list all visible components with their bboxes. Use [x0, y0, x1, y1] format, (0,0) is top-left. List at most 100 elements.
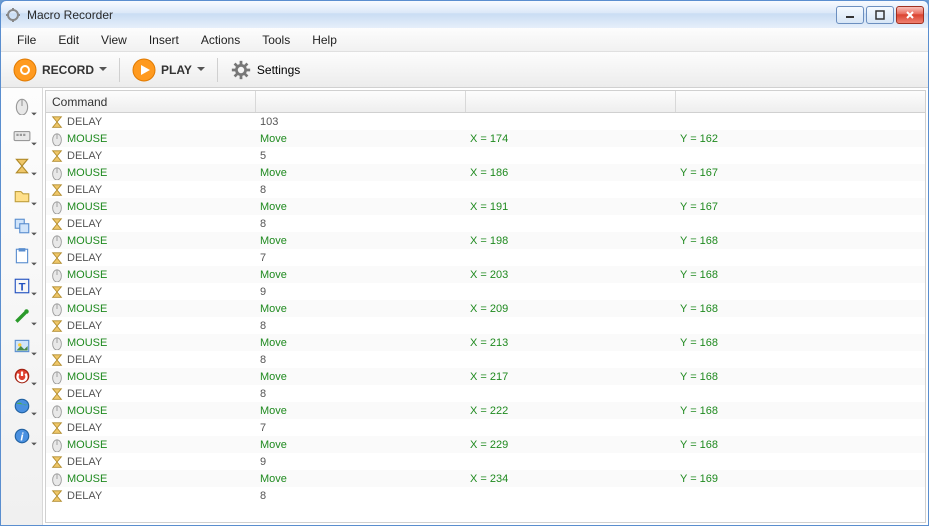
command-type: MOUSE	[67, 167, 107, 179]
command-row[interactable]: DELAY 7	[46, 419, 925, 436]
chevron-down-icon[interactable]	[31, 231, 37, 237]
command-row[interactable]: MOUSEMoveX = 222Y = 168	[46, 402, 925, 419]
command-row[interactable]: DELAY7	[46, 249, 925, 266]
chevron-down-icon[interactable]	[31, 111, 37, 117]
menu-actions[interactable]: Actions	[191, 30, 250, 50]
chevron-down-icon[interactable]	[31, 261, 37, 267]
folder-icon	[13, 187, 31, 205]
chevron-down-icon[interactable]	[99, 66, 107, 74]
column-header[interactable]	[676, 91, 886, 112]
command-type: MOUSE	[67, 337, 107, 349]
mouse-icon	[50, 234, 64, 248]
play-icon	[132, 58, 156, 82]
command-row[interactable]: DELAY103	[46, 113, 925, 130]
command-row[interactable]: MOUSEMoveX = 186Y = 167	[46, 164, 925, 181]
hourglass-icon	[50, 455, 64, 469]
open-file-tool[interactable]	[5, 182, 39, 210]
command-row[interactable]: DELAY9	[46, 283, 925, 300]
play-button[interactable]: PLAY	[126, 55, 211, 85]
minimize-button[interactable]	[836, 6, 864, 24]
mouse-x: X = 191	[466, 201, 676, 213]
command-row[interactable]: MOUSEMoveX = 191Y = 167	[46, 198, 925, 215]
hourglass-icon	[50, 489, 64, 503]
mouse-x: X = 217	[466, 371, 676, 383]
command-row[interactable]: DELAY8	[46, 215, 925, 232]
menu-edit[interactable]: Edit	[48, 30, 89, 50]
record-button[interactable]: RECORD	[7, 55, 113, 85]
info-tool[interactable]	[5, 422, 39, 450]
command-type: DELAY	[67, 354, 102, 366]
mouse-icon	[50, 200, 64, 214]
chevron-down-icon[interactable]	[31, 381, 37, 387]
command-row[interactable]: DELAY5	[46, 147, 925, 164]
network-tool[interactable]	[5, 392, 39, 420]
window-tool[interactable]	[5, 212, 39, 240]
color-picker-tool[interactable]	[5, 302, 39, 330]
mouse-icon	[50, 268, 64, 282]
command-row[interactable]: MOUSEMoveX = 209Y = 168	[46, 300, 925, 317]
grid-header: Command	[46, 91, 925, 113]
chevron-down-icon[interactable]	[31, 141, 37, 147]
text-tool[interactable]	[5, 272, 39, 300]
command-row[interactable]: MOUSEMoveX = 174Y = 162	[46, 130, 925, 147]
command-type: DELAY	[67, 456, 102, 468]
chevron-down-icon[interactable]	[31, 441, 37, 447]
menu-help[interactable]: Help	[302, 30, 347, 50]
hourglass-icon	[50, 353, 64, 367]
mouse-y: Y = 162	[676, 133, 886, 145]
menu-file[interactable]: File	[7, 30, 46, 50]
command-row[interactable]: DELAY8	[46, 181, 925, 198]
chevron-down-icon[interactable]	[197, 66, 205, 74]
chevron-down-icon[interactable]	[31, 351, 37, 357]
command-row[interactable]: MOUSEMoveX = 217Y = 168	[46, 368, 925, 385]
mouse-y: Y = 168	[676, 269, 886, 281]
command-row[interactable]: MOUSEMoveX = 203Y = 168	[46, 266, 925, 283]
mouse-x: X = 213	[466, 337, 676, 349]
menu-view[interactable]: View	[91, 30, 137, 50]
delay-value: 7	[256, 422, 466, 434]
command-row[interactable]: MOUSEMoveX = 198Y = 168	[46, 232, 925, 249]
clipboard-tool[interactable]	[5, 242, 39, 270]
command-row[interactable]: MOUSEMoveX = 234Y = 169	[46, 470, 925, 487]
close-button[interactable]	[896, 6, 924, 24]
mouse-action: Move	[256, 405, 466, 417]
image-tool[interactable]	[5, 332, 39, 360]
mouse-icon	[50, 404, 64, 418]
command-type: MOUSE	[67, 371, 107, 383]
command-row[interactable]: DELAY8	[46, 351, 925, 368]
chevron-down-icon[interactable]	[31, 321, 37, 327]
menu-tools[interactable]: Tools	[252, 30, 300, 50]
chevron-down-icon[interactable]	[31, 411, 37, 417]
grid-body[interactable]: DELAY103MOUSEMoveX = 174Y = 162DELAY5MOU…	[46, 113, 925, 522]
hourglass-icon	[50, 285, 64, 299]
delay-value: 8	[256, 490, 466, 502]
text-icon	[13, 277, 31, 295]
windows-icon	[13, 217, 31, 235]
shutdown-tool[interactable]	[5, 362, 39, 390]
mouse-y: Y = 167	[676, 201, 886, 213]
column-header[interactable]	[256, 91, 466, 112]
column-header-command[interactable]: Command	[46, 91, 256, 112]
mouse-action: Move	[256, 337, 466, 349]
command-row[interactable]: MOUSE MoveX = 213Y = 168	[46, 334, 925, 351]
command-row[interactable]: DELAY8	[46, 385, 925, 402]
settings-button[interactable]: Settings	[224, 56, 306, 84]
mouse-y: Y = 168	[676, 337, 886, 349]
mouse-tool[interactable]	[5, 92, 39, 120]
column-header[interactable]	[466, 91, 676, 112]
command-type: DELAY	[67, 422, 102, 434]
maximize-button[interactable]	[866, 6, 894, 24]
command-row[interactable]: MOUSEMoveX = 229Y = 168	[46, 436, 925, 453]
keyboard-tool[interactable]	[5, 122, 39, 150]
chevron-down-icon[interactable]	[31, 201, 37, 207]
command-row[interactable]: DELAY8	[46, 317, 925, 334]
chevron-down-icon[interactable]	[31, 171, 37, 177]
info-icon	[13, 427, 31, 445]
eyedropper-icon	[13, 307, 31, 325]
delay-tool[interactable]	[5, 152, 39, 180]
power-icon	[13, 367, 31, 385]
command-row[interactable]: DELAY8	[46, 487, 925, 504]
command-row[interactable]: DELAY9	[46, 453, 925, 470]
chevron-down-icon[interactable]	[31, 291, 37, 297]
menu-insert[interactable]: Insert	[139, 30, 189, 50]
